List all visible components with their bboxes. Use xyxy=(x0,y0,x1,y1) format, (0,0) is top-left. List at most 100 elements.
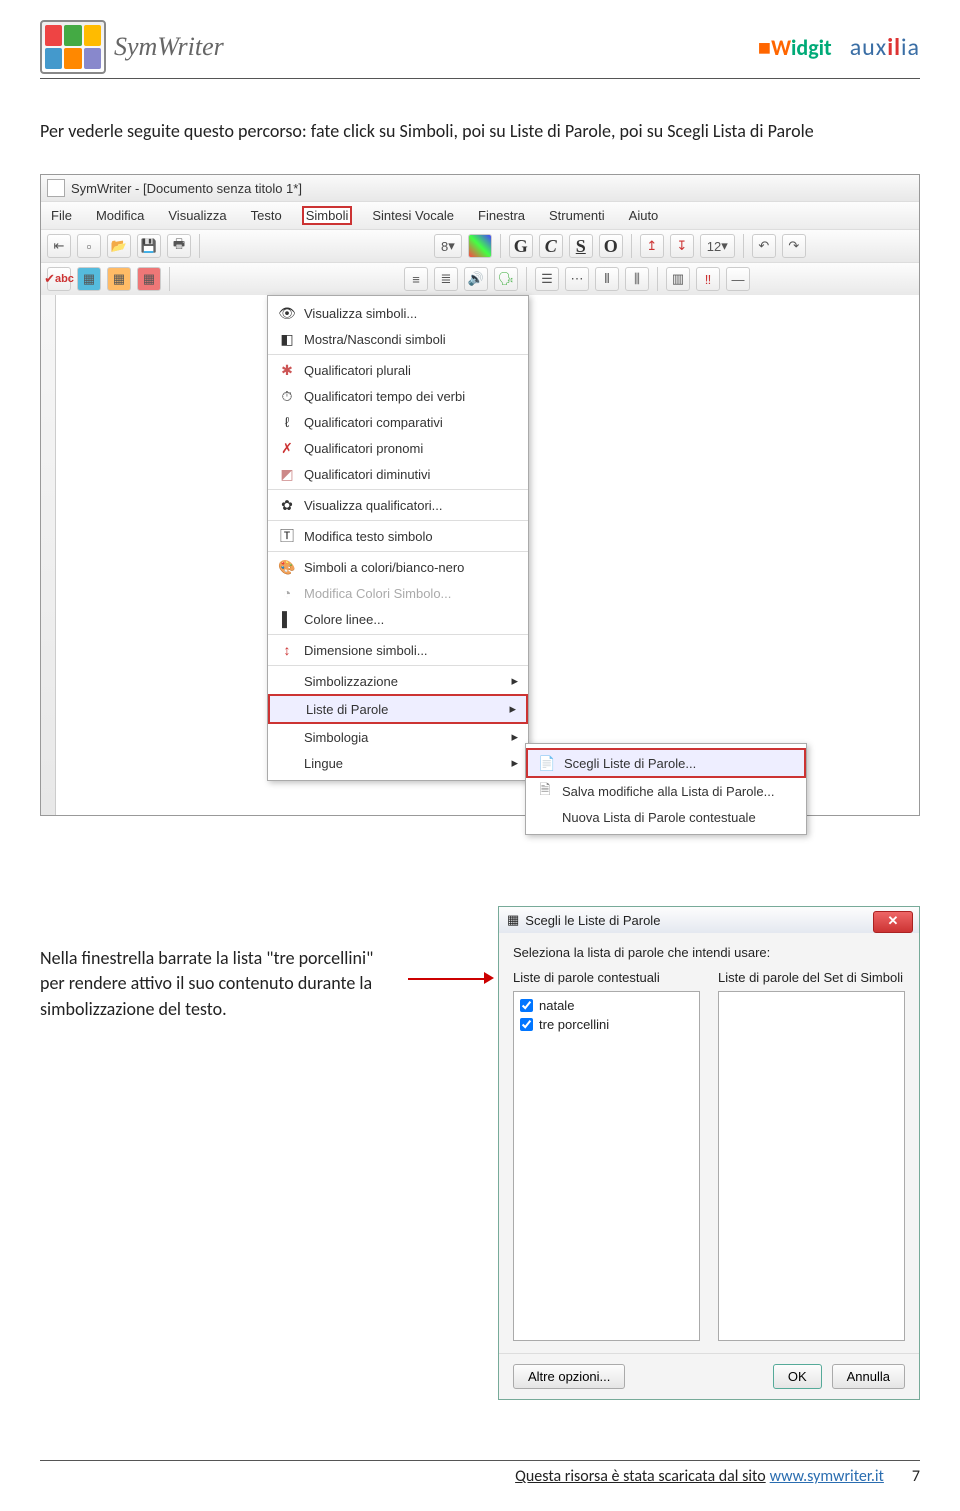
app-icon xyxy=(47,179,65,197)
tb-undo-icon[interactable]: ↶ xyxy=(752,234,776,258)
menu-simbolizzazione[interactable]: Simbolizzazione▸ xyxy=(268,665,528,694)
red-arrow-icon xyxy=(408,978,488,980)
tb-print-icon[interactable]: 🖶 xyxy=(167,234,191,258)
tb-sizedown-icon[interactable]: ↧ xyxy=(670,234,694,258)
annulla-button[interactable]: Annulla xyxy=(832,1364,905,1389)
tb-fontsize[interactable]: 8 ▾ xyxy=(434,234,462,258)
list-icon: 📄 xyxy=(538,754,556,772)
app-window: SymWriter - [Documento senza titolo 1*] … xyxy=(40,174,920,816)
left-ruler xyxy=(41,295,56,815)
tb-open-icon[interactable]: 📂 xyxy=(107,234,131,258)
tb-twelve[interactable]: 12 ▾ xyxy=(700,234,735,258)
tb-save-icon[interactable]: 💾 xyxy=(137,234,161,258)
menu-simbologia[interactable]: Simbologia▸ xyxy=(268,724,528,750)
menubar: File Modifica Visualizza Testo Simboli S… xyxy=(41,201,919,229)
tb-bold[interactable]: G xyxy=(509,234,533,258)
gear-icon: ✿ xyxy=(278,496,296,514)
simboli-dropdown: 👁Visualizza simboli... ◧Mostra/Nascondi … xyxy=(267,295,529,781)
menu-aiuto[interactable]: Aiuto xyxy=(625,206,663,225)
tb-card3-icon[interactable]: ▦ xyxy=(137,267,161,291)
menu-visualizza-simboli[interactable]: 👁Visualizza simboli... xyxy=(268,300,528,326)
menu-modifica-testo[interactable]: 🅃Modifica testo simbolo xyxy=(268,520,528,549)
tb-list1-icon[interactable]: ☰ xyxy=(535,267,559,291)
tb-sizeup-icon[interactable]: ↥ xyxy=(640,234,664,258)
menu-lingue[interactable]: Lingue▸ xyxy=(268,750,528,776)
altre-opzioni-button[interactable]: Altre opzioni... xyxy=(513,1364,625,1389)
tb-underline[interactable]: S xyxy=(569,234,593,258)
menu-qual-pronomi[interactable]: ✗Qualificatori pronomi xyxy=(268,435,528,461)
tb-check-icon[interactable]: ✔abc xyxy=(47,267,71,291)
tb-speak-icon[interactable]: 🗣 xyxy=(494,267,518,291)
menu-qual-plurali[interactable]: ✱Qualificatori plurali xyxy=(268,354,528,383)
line-color-icon: ▌ xyxy=(278,610,296,628)
tb-color-icon[interactable] xyxy=(468,234,492,258)
tb-align-center-icon[interactable]: ≣ xyxy=(434,267,458,291)
col1-header: Liste di parole contestuali xyxy=(513,970,700,985)
menu-sintesi[interactable]: Sintesi Vocale xyxy=(368,206,458,225)
submenu-salva[interactable]: 🗎Salva modifiche alla Lista di Parole... xyxy=(526,778,806,804)
dialog-titlebar: ▦ Scegli le Liste di Parole ✕ xyxy=(499,907,919,933)
tb-back-icon[interactable]: ⇤ xyxy=(47,234,71,258)
ok-button[interactable]: OK xyxy=(773,1364,822,1389)
list-item-natale[interactable]: natale xyxy=(520,996,693,1015)
menu-dim-simboli[interactable]: ↕Dimensione simboli... xyxy=(268,634,528,663)
close-button[interactable]: ✕ xyxy=(873,911,913,933)
menu-modifica[interactable]: Modifica xyxy=(92,206,148,225)
page-header: SymWriter ■Widgit auxilia xyxy=(40,20,920,79)
menu-mod-colori: ◔Modifica Colori Simbolo... xyxy=(268,580,528,606)
tb-grid-icon[interactable]: ▥ xyxy=(666,267,690,291)
footer-link[interactable]: www.symwriter.it xyxy=(770,1467,884,1486)
col2-header: Liste di parole del Set di Simboli xyxy=(718,970,905,985)
page-footer: Questa risorsa è stata scaricata dal sit… xyxy=(40,1460,920,1486)
dialog-title: Scegli le Liste di Parole xyxy=(525,913,660,928)
menu-colore-linee[interactable]: ▌Colore linee... xyxy=(268,606,528,632)
menu-liste-parole[interactable]: Liste di Parole▸ xyxy=(268,694,528,724)
instruction-paragraph-2: Nella finestrella barrate la lista "tre … xyxy=(40,906,388,1022)
tb-italic[interactable]: C xyxy=(539,234,563,258)
footer-text: Questa risorsa è stata scaricata dal sit… xyxy=(515,1467,766,1486)
product-name: SymWriter xyxy=(114,32,224,62)
instruction-paragraph: Per vederle seguite questo percorso: fat… xyxy=(40,119,920,144)
tb-list4-icon[interactable]: ⫼ xyxy=(625,267,649,291)
menu-qual-comparativi[interactable]: ℓQualificatori comparativi xyxy=(268,409,528,435)
tb-o[interactable]: O xyxy=(599,234,623,258)
tb-new-icon[interactable]: ▫ xyxy=(77,234,101,258)
tb-card2-icon[interactable]: ▦ xyxy=(107,267,131,291)
tb-excl-icon[interactable]: ‼ xyxy=(696,267,720,291)
symwriter-logo-icon xyxy=(40,20,106,74)
menu-colori-bn[interactable]: 🎨Simboli a colori/bianco-nero xyxy=(268,551,528,580)
menu-finestra[interactable]: Finestra xyxy=(474,206,529,225)
checkbox-tre-porcellini[interactable] xyxy=(520,1018,533,1031)
submenu-scegli-liste[interactable]: 📄Scegli Liste di Parole... xyxy=(526,748,806,778)
menu-mostra-nascondi[interactable]: ◧Mostra/Nascondi simboli xyxy=(268,326,528,352)
color-bw-icon: 🎨 xyxy=(278,558,296,576)
menu-qual-tempo[interactable]: ⏱Qualificatori tempo dei verbi xyxy=(268,383,528,409)
menu-simboli[interactable]: Simboli xyxy=(302,206,353,225)
menu-file[interactable]: File xyxy=(47,206,76,225)
menu-vis-qualificatori[interactable]: ✿Visualizza qualificatori... xyxy=(268,489,528,518)
dimin-icon: ◩ xyxy=(278,465,296,483)
submenu-nuova[interactable]: Nuova Lista di Parole contestuale xyxy=(526,804,806,830)
tb-align-left-icon[interactable]: ≡ xyxy=(404,267,428,291)
menu-strumenti[interactable]: Strumenti xyxy=(545,206,609,225)
tb-sound-icon[interactable]: 🔊 xyxy=(464,267,488,291)
liste-parole-submenu: 📄Scegli Liste di Parole... 🗎Salva modifi… xyxy=(525,743,807,835)
auxilia-logo: auxilia xyxy=(850,33,920,62)
checkbox-natale[interactable] xyxy=(520,999,533,1012)
symbolset-listbox[interactable] xyxy=(718,991,905,1341)
contextual-listbox[interactable]: natale tre porcellini xyxy=(513,991,700,1341)
menu-qual-diminutivi[interactable]: ◩Qualificatori diminutivi xyxy=(268,461,528,487)
tb-redo-icon[interactable]: ↷ xyxy=(782,234,806,258)
tb-card1-icon[interactable]: ▦ xyxy=(77,267,101,291)
dialog-icon: ▦ xyxy=(507,912,519,928)
tb-dash-icon[interactable]: — xyxy=(726,267,750,291)
menu-testo[interactable]: Testo xyxy=(247,206,286,225)
tb-list3-icon[interactable]: ⫴ xyxy=(595,267,619,291)
size-icon: ↕ xyxy=(278,641,296,659)
menu-visualizza[interactable]: Visualizza xyxy=(164,206,230,225)
list-item-tre-porcellini[interactable]: tre porcellini xyxy=(520,1015,693,1034)
palette-icon: ◔ xyxy=(278,584,296,602)
pronoun-icon: ✗ xyxy=(278,439,296,457)
window-title: SymWriter - [Documento senza titolo 1*] xyxy=(71,181,302,196)
tb-list2-icon[interactable]: ⋯ xyxy=(565,267,589,291)
